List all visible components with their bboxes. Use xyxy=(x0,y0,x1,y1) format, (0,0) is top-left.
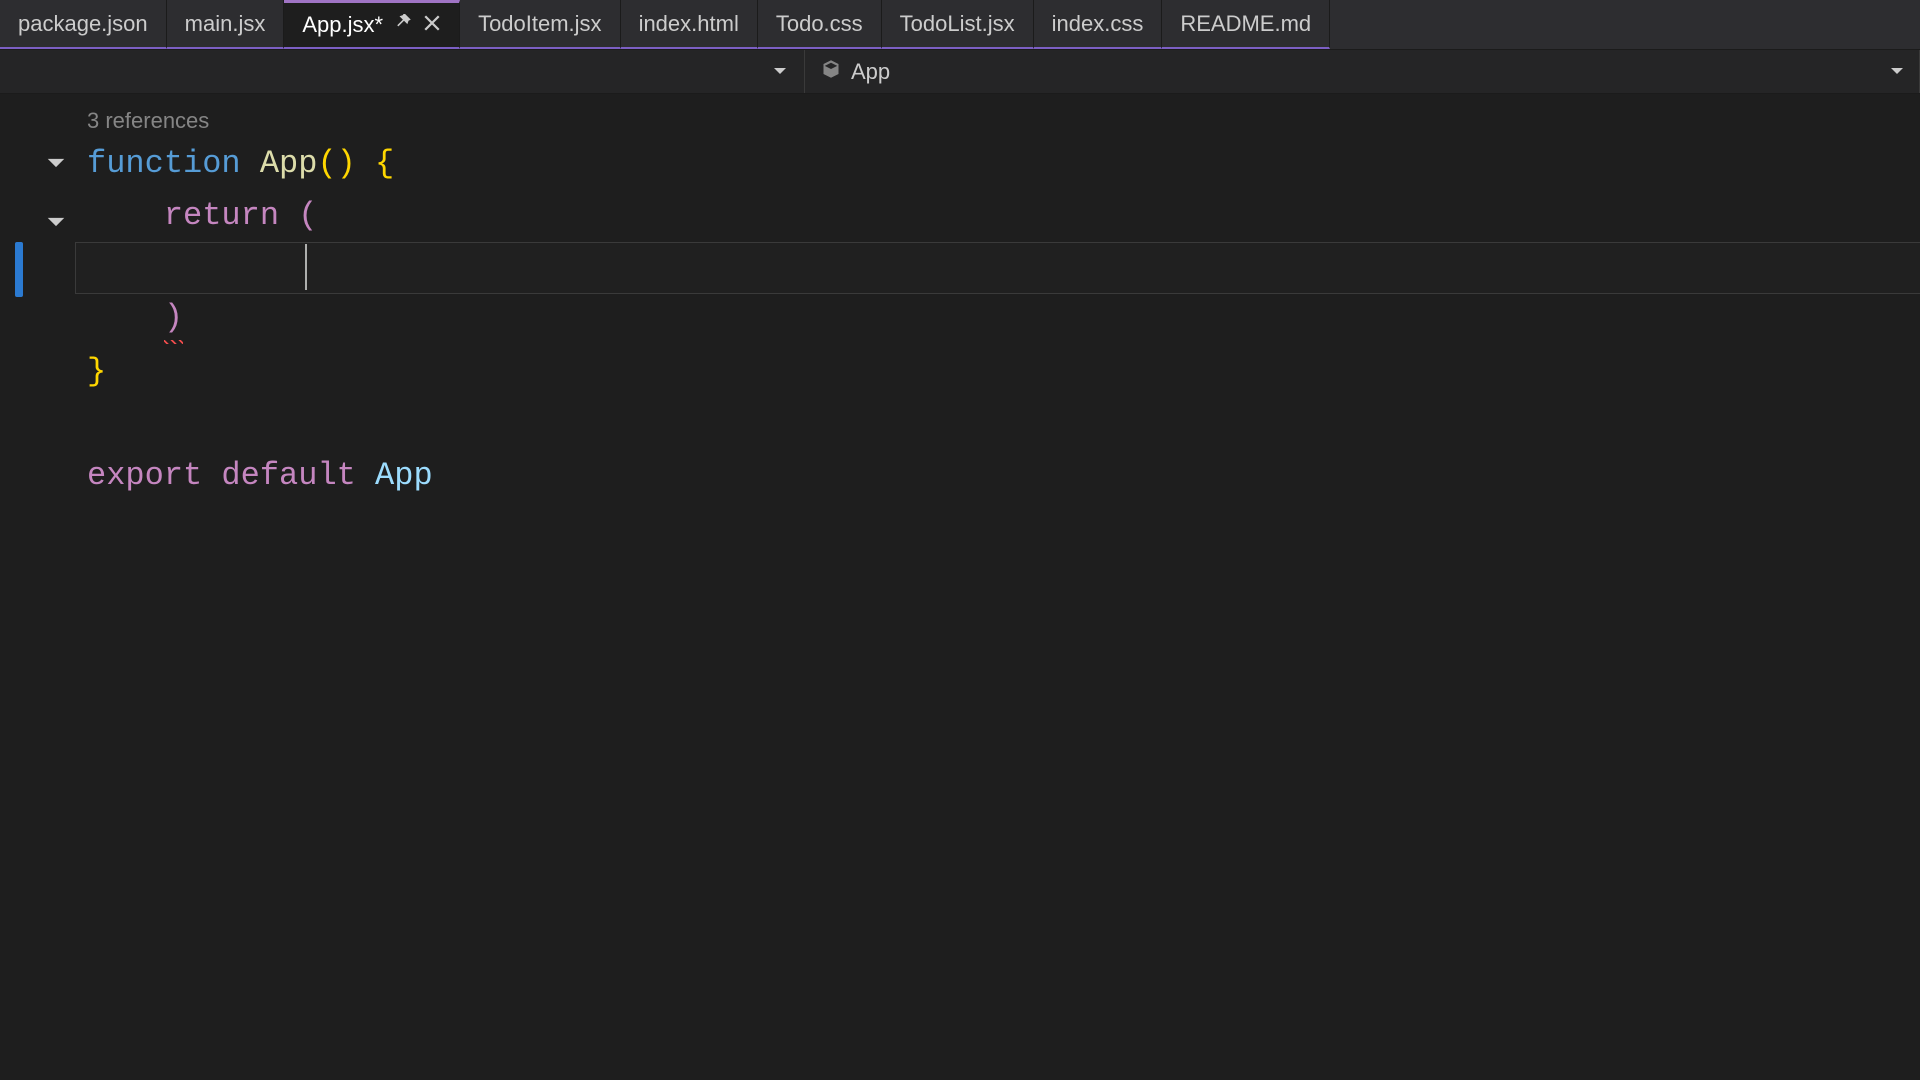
chevron-down-icon xyxy=(772,59,788,85)
code-line xyxy=(87,242,433,294)
tab-label: index.html xyxy=(639,11,739,37)
close-icon[interactable] xyxy=(423,12,441,38)
tab-bar: package.json main.jsx App.jsx* TodoItem.… xyxy=(0,0,1920,50)
token-keyword: function xyxy=(87,139,241,189)
tab-main-jsx[interactable]: main.jsx xyxy=(167,0,285,49)
code-line: } xyxy=(87,346,433,398)
codelens-references[interactable]: 3 references xyxy=(87,104,209,138)
fold-toggle[interactable] xyxy=(45,211,67,233)
code-line xyxy=(87,398,433,450)
module-icon xyxy=(821,59,841,85)
tab-todolist-jsx[interactable]: TodoList.jsx xyxy=(882,0,1034,49)
tab-app-jsx[interactable]: App.jsx* xyxy=(284,0,460,49)
tab-readme-md[interactable]: README.md xyxy=(1162,0,1330,49)
tab-label: Todo.css xyxy=(776,11,863,37)
token-keyword: return xyxy=(164,191,279,241)
tab-label: README.md xyxy=(1180,11,1311,37)
gutter xyxy=(0,94,75,1080)
code-editor[interactable]: 3 references function App() { return ( )… xyxy=(0,94,1920,1080)
code-line: return ( xyxy=(87,190,433,242)
code-line: function App() { xyxy=(87,138,433,190)
token-keyword: default xyxy=(221,451,355,501)
code-line: ) xyxy=(87,294,433,346)
breadcrumb-scope-dropdown[interactable] xyxy=(0,50,805,93)
code-content: function App() { return ( ) } export def… xyxy=(87,138,433,502)
tab-todo-css[interactable]: Todo.css xyxy=(758,0,882,49)
token-paren: ) xyxy=(164,293,183,348)
token-paren: ( xyxy=(298,191,317,241)
tab-label: TodoItem.jsx xyxy=(478,11,602,37)
breadcrumb-symbol-label: App xyxy=(851,59,890,85)
chevron-down-icon xyxy=(1889,59,1905,85)
tab-package-json[interactable]: package.json xyxy=(0,0,167,49)
code-body[interactable]: 3 references function App() { return ( )… xyxy=(75,94,1920,1080)
tab-label: index.css xyxy=(1052,11,1144,37)
pin-icon[interactable] xyxy=(395,12,413,38)
token-keyword: export xyxy=(87,451,202,501)
token-paren: ( xyxy=(317,139,336,189)
tab-label: App.jsx* xyxy=(302,12,383,38)
token-identifier: App xyxy=(375,451,433,501)
breadcrumb-bar: App xyxy=(0,50,1920,94)
change-indicator xyxy=(15,242,23,297)
token-function-name: App xyxy=(260,139,318,189)
token-brace: } xyxy=(87,347,106,397)
breadcrumb-symbol-dropdown[interactable]: App xyxy=(805,50,1920,93)
tab-index-html[interactable]: index.html xyxy=(621,0,758,49)
tab-label: main.jsx xyxy=(185,11,266,37)
tab-index-css[interactable]: index.css xyxy=(1034,0,1163,49)
code-line: export default App xyxy=(87,450,433,502)
tab-todoitem-jsx[interactable]: TodoItem.jsx xyxy=(460,0,621,49)
token-paren: ) xyxy=(337,139,356,189)
token-brace: { xyxy=(375,139,394,189)
tab-label: package.json xyxy=(18,11,148,37)
fold-toggle[interactable] xyxy=(45,152,67,174)
tab-label: TodoList.jsx xyxy=(900,11,1015,37)
